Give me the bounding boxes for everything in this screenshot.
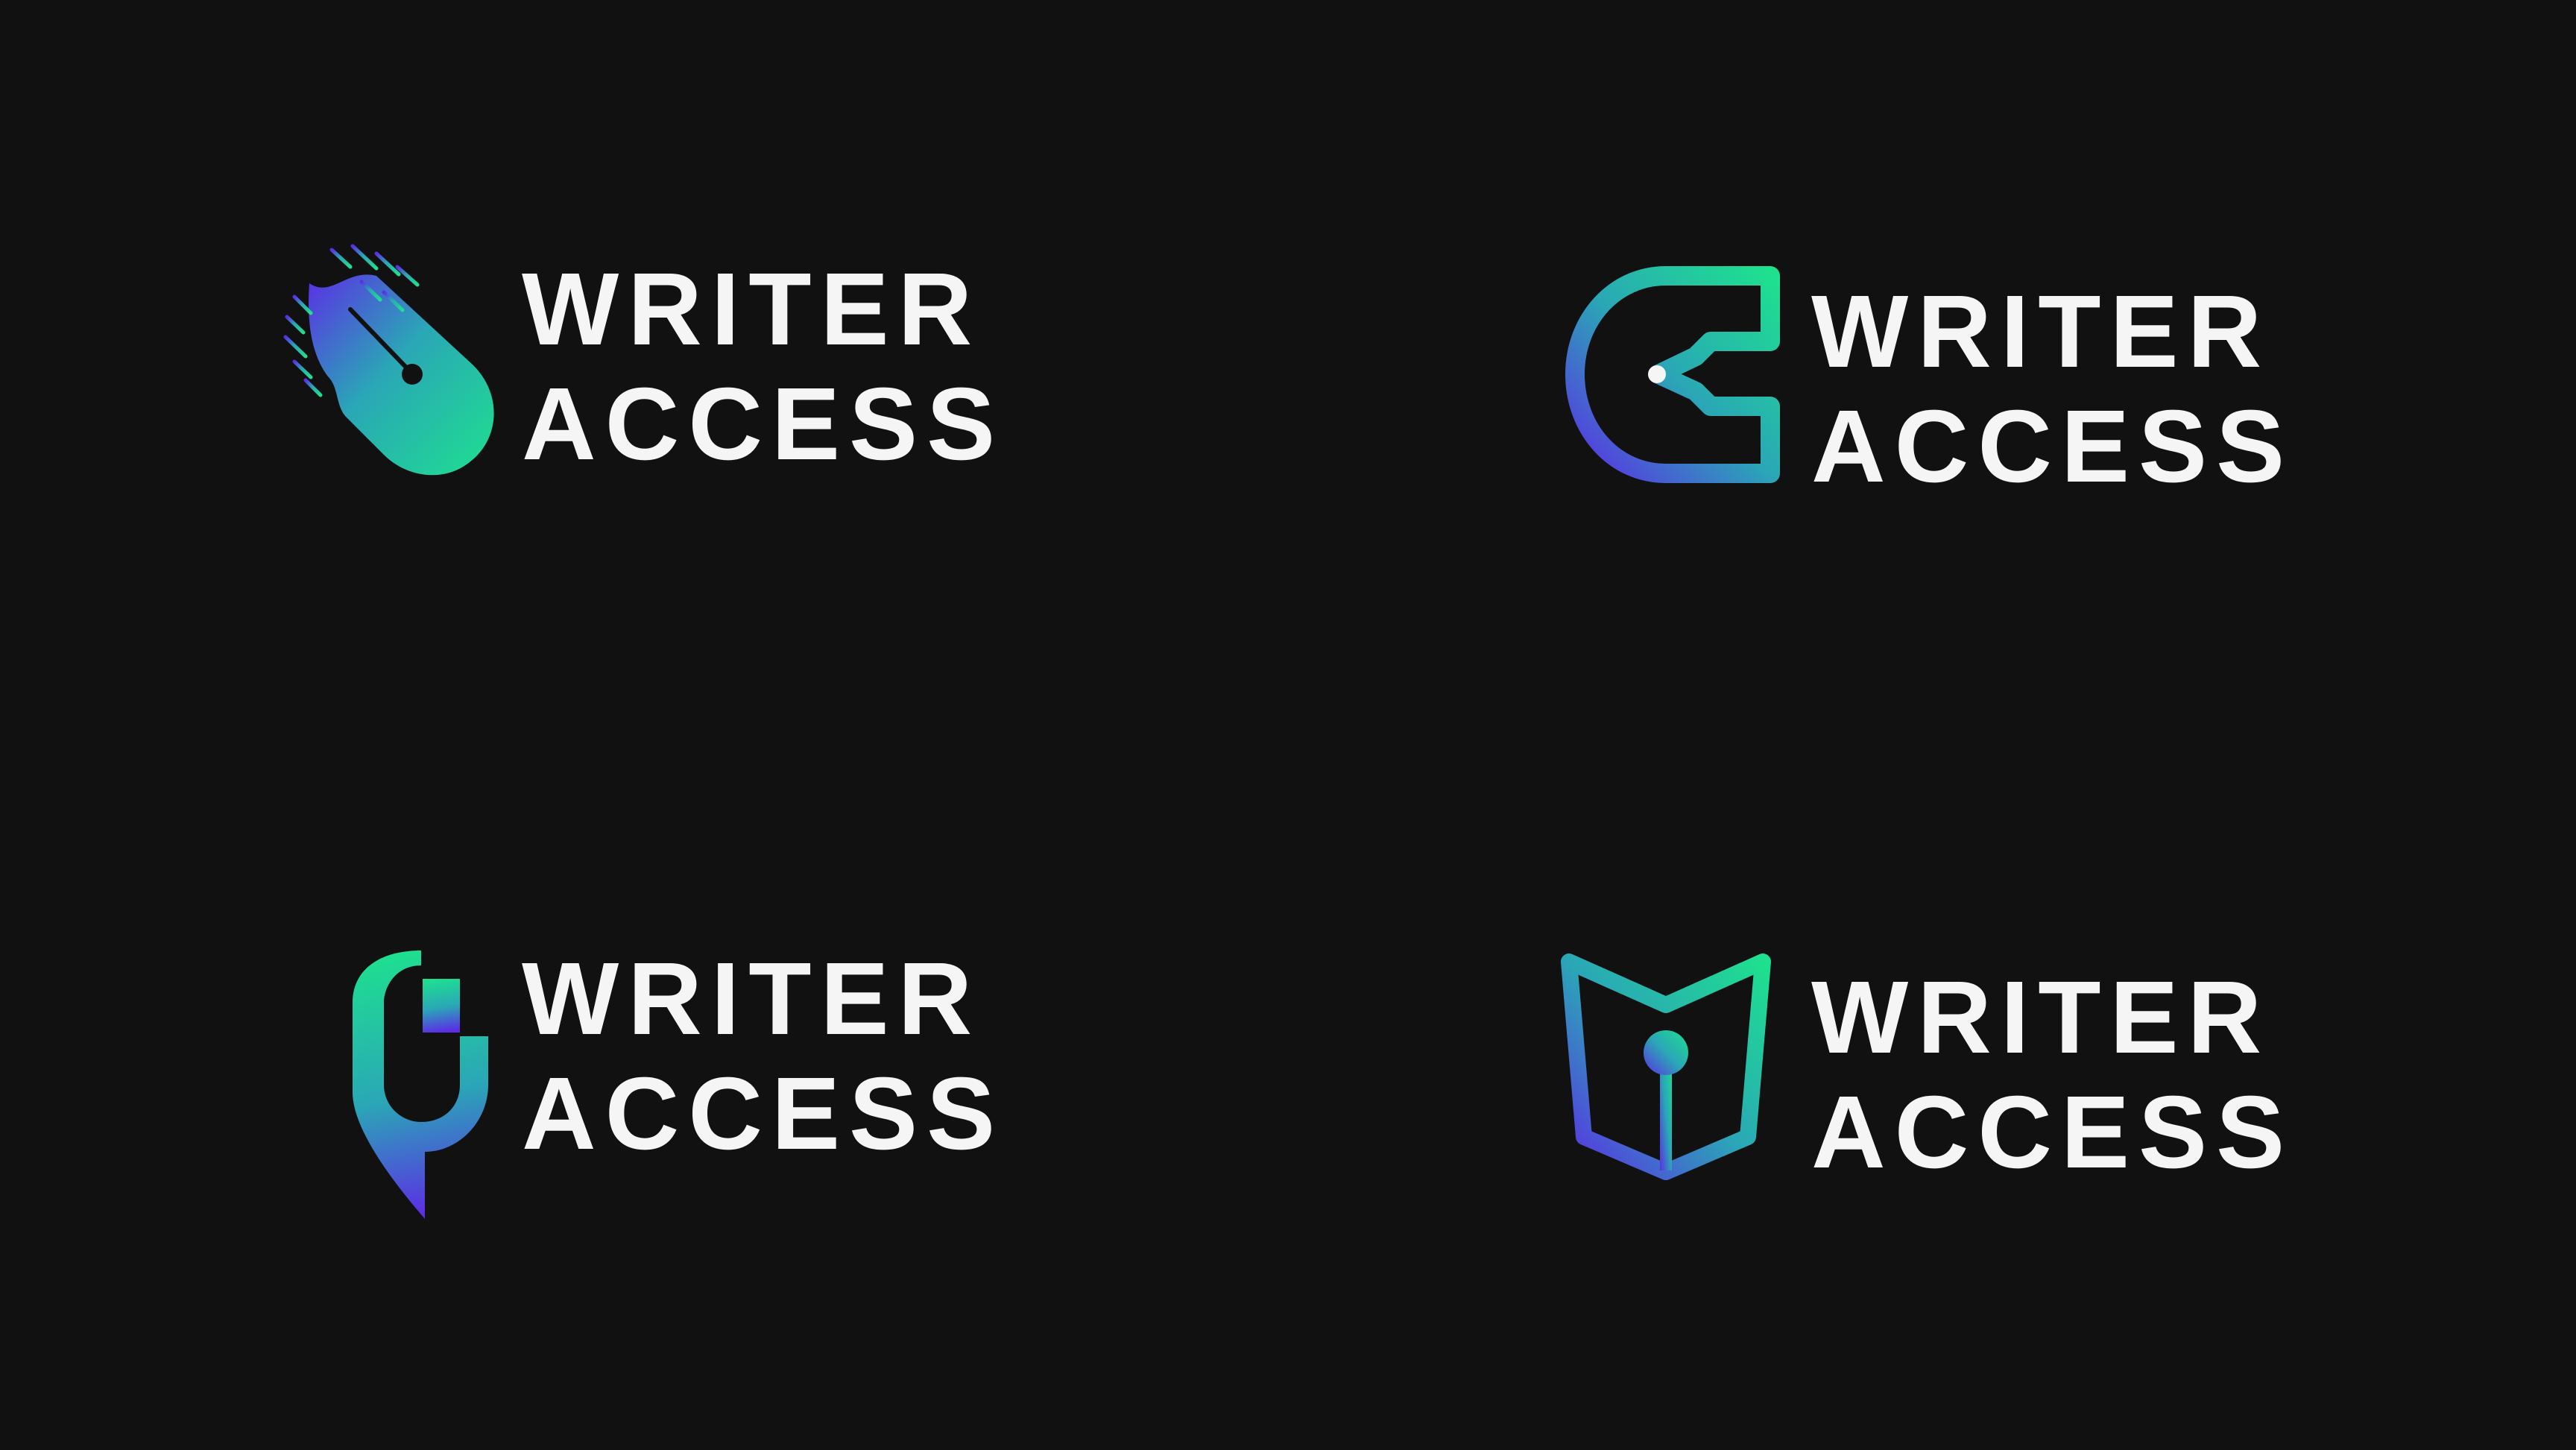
letter-c-pen-nib-icon bbox=[1565, 266, 1780, 483]
wordmark: WRITER ACCESS bbox=[1811, 960, 2294, 1190]
pen-pixel-pin-icon bbox=[353, 951, 488, 1219]
open-book-nib-icon bbox=[1561, 953, 1771, 1180]
logo-concept-comet: WRITER ACCESS bbox=[265, 239, 1085, 537]
wordmark-line-writer: WRITER bbox=[1811, 960, 2271, 1075]
wordmark-line-access: ACCESS bbox=[1811, 389, 2294, 504]
logo-concept-c-nib: WRITER ACCESS bbox=[1554, 261, 2374, 559]
wordmark-line-writer: WRITER bbox=[1811, 274, 2271, 389]
logo-concept-book-nib: WRITER ACCESS bbox=[1554, 947, 2374, 1245]
wordmark-line-writer: WRITER bbox=[522, 252, 982, 367]
logo-concept-pixel-pin: WRITER ACCESS bbox=[265, 928, 1085, 1226]
wordmark: WRITER ACCESS bbox=[522, 252, 1004, 482]
wordmark: WRITER ACCESS bbox=[1811, 274, 2294, 504]
logo-concepts-board: WRITER ACCESS WRITER ACCESS WRITER ACCES… bbox=[0, 0, 2576, 1450]
wordmark-line-access: ACCESS bbox=[1811, 1075, 2294, 1190]
wordmark-line-access: ACCESS bbox=[522, 367, 1005, 482]
wordmark-line-access: ACCESS bbox=[522, 1056, 1005, 1171]
wordmark: WRITER ACCESS bbox=[522, 942, 1004, 1171]
comet-pen-icon bbox=[283, 244, 494, 476]
wordmark-line-writer: WRITER bbox=[522, 942, 982, 1056]
